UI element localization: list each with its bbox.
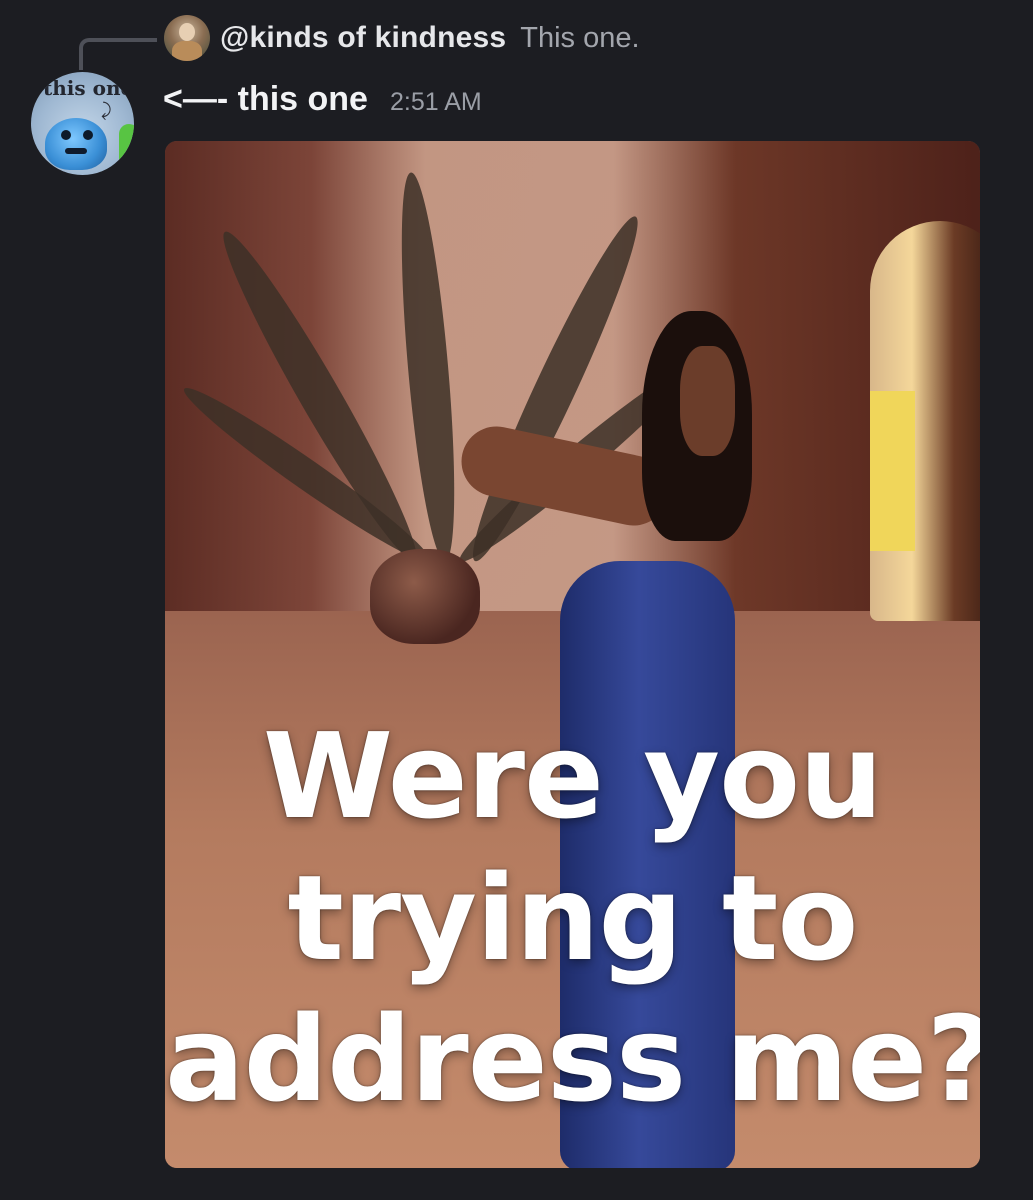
reply-avatar[interactable] bbox=[164, 15, 210, 61]
gif-person-face bbox=[680, 346, 735, 456]
message-text: <—- this one bbox=[163, 80, 368, 118]
message-header: <—- this one 2:51 AM bbox=[163, 80, 482, 119]
reply-avatar-face-shape bbox=[179, 23, 195, 41]
reply-connector-line bbox=[79, 38, 157, 70]
gif-caption: Were you trying to address me? bbox=[165, 706, 980, 1131]
reply-snippet[interactable]: This one. bbox=[520, 22, 639, 55]
reply-reference[interactable]: @kinds of kindness This one. bbox=[164, 15, 640, 61]
gif-caption-line: address me? bbox=[165, 990, 980, 1129]
avatar-eye-right bbox=[83, 130, 93, 140]
avatar-eye-left bbox=[61, 130, 71, 140]
author-avatar[interactable]: this one ⤸ bbox=[31, 72, 134, 175]
gif-plant-pot bbox=[370, 549, 480, 644]
gif-jukebox-light bbox=[870, 391, 915, 551]
message-timestamp[interactable]: 2:51 AM bbox=[390, 88, 482, 117]
avatar-arrow-icon: ⤸ bbox=[101, 100, 112, 121]
avatar-caption: this one bbox=[43, 76, 134, 100]
reply-username[interactable]: @kinds of kindness bbox=[220, 21, 506, 55]
avatar-green-figure bbox=[119, 124, 134, 174]
gif-caption-line: Were you bbox=[262, 707, 883, 845]
gif-attachment[interactable]: Were you trying to address me? bbox=[165, 141, 980, 1168]
avatar-creature bbox=[45, 118, 107, 170]
gif-caption-line: trying to bbox=[287, 848, 859, 987]
reply-avatar-body-shape bbox=[172, 41, 202, 61]
avatar-mouth bbox=[65, 148, 87, 154]
